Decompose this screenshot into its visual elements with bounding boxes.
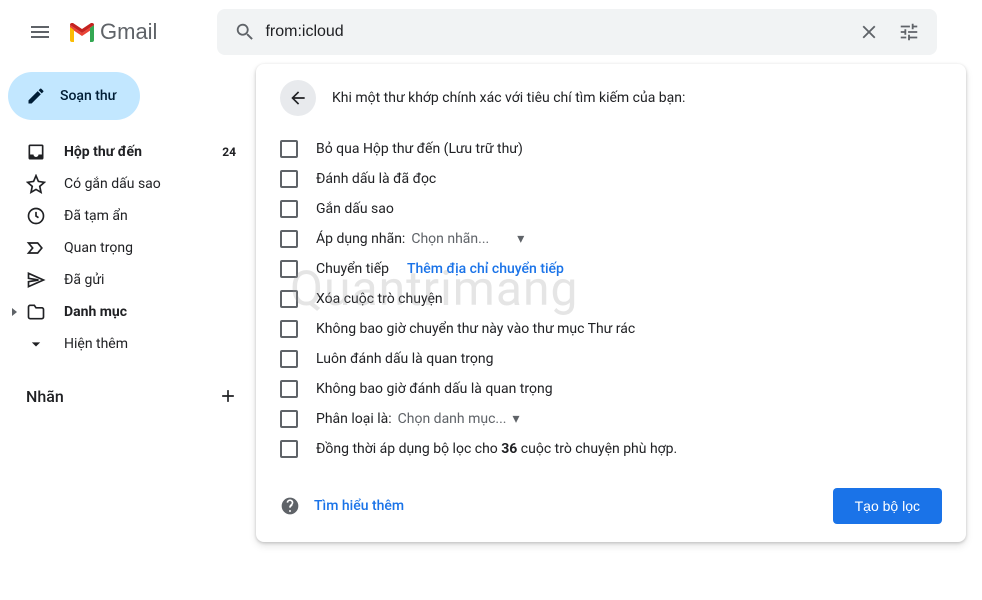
sidebar-item-label: Danh mục [64,304,236,320]
option-label: Không bao giờ chuyển thư này vào thư mục… [316,321,635,337]
arrow-left-icon [288,88,308,108]
checkbox[interactable] [280,260,298,278]
option-label: Đánh dấu là đã đọc [316,171,436,187]
option-label: Áp dụng nhãn: [316,231,405,247]
sidebar-item-more[interactable]: Hiện thêm [0,328,248,360]
option-also-apply[interactable]: Đồng thời áp dụng bộ lọc cho 36 cuộc trò… [280,434,942,464]
caret-down-icon: ▾ [513,411,520,427]
sidebar-item-label: Quan trọng [64,240,236,256]
sidebar: Soạn thư Hộp thư đến 24 Có gắn dấu sao Đ… [0,64,256,600]
checkbox[interactable] [280,290,298,308]
select-value: Chọn danh mục... [398,411,507,427]
content-area: Khi một thư khớp chính xác với tiêu chí … [256,64,982,600]
close-icon [858,21,880,43]
checkbox[interactable] [280,380,298,398]
option-forward[interactable]: Chuyển tiếp Thêm địa chỉ chuyển tiếp [280,254,942,284]
search-button[interactable] [225,12,265,52]
match-count: 36 [501,441,517,457]
learn-more-link[interactable]: Tìm hiểu thêm [280,496,404,516]
gmail-logo-icon [68,21,96,43]
checkbox[interactable] [280,320,298,338]
option-delete[interactable]: Xóa cuộc trò chuyện [280,284,942,314]
checkbox[interactable] [280,140,298,158]
sidebar-item-label: Đã gửi [64,272,236,288]
sidebar-item-snoozed[interactable]: Đã tạm ẩn [0,200,248,232]
clock-icon [26,206,46,226]
learn-more-text: Tìm hiểu thêm [314,498,404,514]
checkbox[interactable] [280,350,298,368]
option-label: Chuyển tiếp [316,261,389,277]
option-never-spam[interactable]: Không bao giờ chuyển thư này vào thư mục… [280,314,942,344]
labels-title: Nhãn [26,387,64,406]
option-label: Luôn đánh dấu là quan trọng [316,351,494,367]
sidebar-item-label: Hộp thư đến [64,144,222,160]
option-categorize[interactable]: Phân loại là: Chọn danh mục... ▾ [280,404,942,434]
send-icon [26,270,46,290]
option-never-important[interactable]: Không bao giờ đánh dấu là quan trọng [280,374,942,404]
option-mark-read[interactable]: Đánh dấu là đã đọc [280,164,942,194]
sidebar-item-important[interactable]: Quan trọng [0,232,248,264]
select-value: Chọn nhãn... [411,231,489,247]
label-select[interactable]: Chọn nhãn... ▾ [411,231,524,247]
tune-icon [898,21,920,43]
gmail-logo[interactable]: Gmail [68,19,157,45]
gmail-logo-text: Gmail [100,19,157,45]
main-menu-button[interactable] [16,8,64,56]
help-icon [280,496,300,516]
sidebar-item-starred[interactable]: Có gắn dấu sao [0,168,248,200]
sidebar-item-label: Hiện thêm [64,336,236,352]
main: Soạn thư Hộp thư đến 24 Có gắn dấu sao Đ… [0,64,982,600]
search-options-button[interactable] [889,12,929,52]
option-label: Phân loại là: [316,411,392,427]
filter-title: Khi một thư khớp chính xác với tiêu chí … [332,90,685,106]
sidebar-item-label: Đã tạm ẩn [64,208,236,224]
checkbox[interactable] [280,230,298,248]
category-select[interactable]: Chọn danh mục... ▾ [398,411,520,427]
back-button[interactable] [280,80,316,116]
sidebar-item-label: Có gắn dấu sao [64,176,236,192]
option-skip-inbox[interactable]: Bỏ qua Hộp thư đến (Lưu trữ thư) [280,134,942,164]
search-icon [234,21,256,43]
sidebar-item-categories[interactable]: Danh mục [0,296,248,328]
folder-icon [26,302,46,322]
menu-icon [28,20,52,44]
checkbox[interactable] [280,170,298,188]
clear-search-button[interactable] [849,12,889,52]
inbox-count: 24 [222,145,236,159]
checkbox[interactable] [280,200,298,218]
add-forward-link[interactable]: Thêm địa chỉ chuyển tiếp [407,261,564,277]
option-label: Bỏ qua Hộp thư đến (Lưu trữ thư) [316,141,523,157]
checkbox[interactable] [280,410,298,428]
caret-down-icon: ▾ [517,231,524,247]
option-label: Không bao giờ đánh dấu là quan trọng [316,381,553,397]
checkbox[interactable] [280,440,298,458]
add-label-button[interactable] [216,384,240,408]
plus-icon [218,386,238,406]
inbox-icon [26,142,46,162]
star-icon [26,174,46,194]
option-always-important[interactable]: Luôn đánh dấu là quan trọng [280,344,942,374]
chevron-down-icon [26,334,46,354]
option-star[interactable]: Gắn dấu sao [280,194,942,224]
filter-panel: Khi một thư khớp chính xác với tiêu chí … [256,64,966,542]
important-icon [26,238,46,258]
search-bar [217,9,937,55]
option-apply-label[interactable]: Áp dụng nhãn: Chọn nhãn... ▾ [280,224,942,254]
compose-button[interactable]: Soạn thư [8,72,140,120]
option-label: Gắn dấu sao [316,201,394,217]
header: Gmail [0,0,982,64]
pencil-icon [26,86,46,106]
sidebar-item-sent[interactable]: Đã gửi [0,264,248,296]
search-input[interactable] [265,23,849,41]
create-filter-button[interactable]: Tạo bộ lọc [833,488,942,524]
labels-header: Nhãn [0,376,256,416]
sidebar-item-inbox[interactable]: Hộp thư đến 24 [0,136,248,168]
option-label: Xóa cuộc trò chuyện [316,291,443,307]
compose-label: Soạn thư [60,88,116,104]
option-label: Đồng thời áp dụng bộ lọc cho 36 cuộc trò… [316,441,677,457]
